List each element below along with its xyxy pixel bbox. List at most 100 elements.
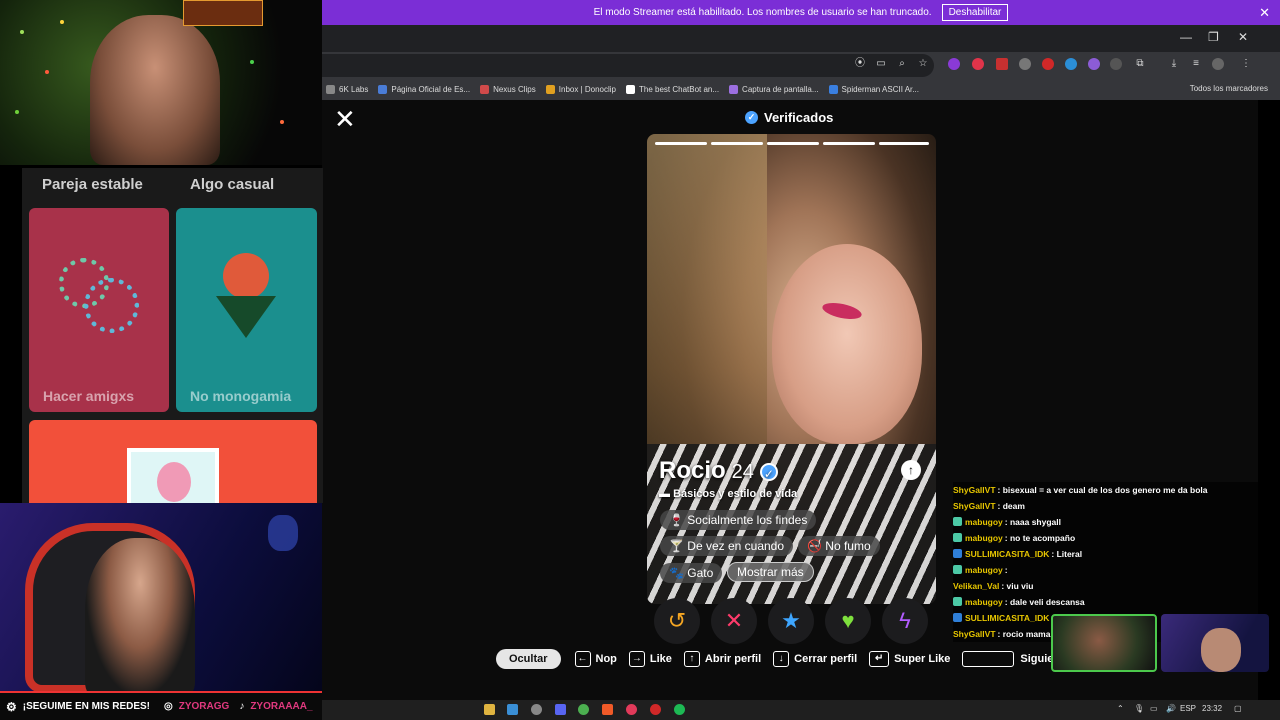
decor-figure [268, 515, 298, 551]
arrow-up-icon: ↑ [683, 651, 700, 667]
brave-icon[interactable] [602, 704, 613, 715]
app-icon[interactable] [626, 704, 637, 715]
tray-lang[interactable]: ESP [1180, 704, 1196, 713]
chat-username[interactable]: mabugoy [965, 533, 1003, 543]
profile-icon[interactable] [1212, 58, 1224, 70]
open-profile-icon[interactable]: ↑ [901, 460, 921, 480]
streamer-figure [1201, 628, 1241, 672]
goal-stable-label: Pareja estable [42, 176, 143, 193]
chat-text: : Literal [1051, 549, 1083, 559]
notifications-icon[interactable]: ▢ [1234, 704, 1242, 713]
bookmark-star-icon[interactable]: ☆ [917, 58, 929, 70]
banner-close-icon[interactable]: ✕ [1259, 5, 1270, 21]
bookmark-item[interactable]: Inbox | Donoclip [545, 85, 616, 94]
basics-heading: ▬ Básicos y estilo de vida [659, 488, 798, 500]
photo-face [772, 244, 922, 444]
hint-nope: ← Nop [574, 651, 617, 667]
superlike-button[interactable]: ★ [768, 598, 814, 644]
cast-icon[interactable]: ▭ [875, 58, 887, 70]
bookmark-item[interactable]: Spiderman ASCII Ar... [828, 85, 919, 94]
extension-icon[interactable] [1065, 58, 1077, 70]
light-dot [250, 60, 254, 64]
chat-badge-icon [953, 533, 962, 542]
relationship-goals-panel: Pareja estable Algo casual Hacer amigxs … [22, 168, 323, 510]
disable-streamer-button[interactable]: Deshabilitar [941, 4, 1009, 21]
bookmark-item[interactable]: Captura de pantalla... [729, 85, 819, 94]
puzzle-icon[interactable]: ⧉ [1134, 58, 1146, 70]
discord-icon[interactable] [555, 704, 566, 715]
close-icon[interactable]: ✕ [334, 104, 356, 135]
spotify-icon[interactable] [674, 704, 685, 715]
banner-text: El modo Streamer está habilitado. Los no… [593, 7, 932, 18]
hide-hints-button[interactable]: Ocultar [496, 649, 561, 669]
download-icon[interactable]: ⤓ [1168, 58, 1180, 70]
pineapple-leaves-icon [216, 296, 276, 338]
verified-badge-icon: ✓ [759, 463, 778, 481]
chat-username[interactable]: SULLIMICASITA_IDK [965, 549, 1049, 559]
bookmark-item[interactable]: 6K Labs [326, 85, 368, 94]
tile-next-goal[interactable] [29, 420, 317, 510]
show-more-button[interactable]: Mostrar más [727, 562, 814, 582]
photo-progress-bar [711, 142, 763, 145]
extension-icon[interactable] [1019, 58, 1031, 70]
network-icon[interactable]: ▭ [1150, 704, 1158, 713]
tile-non-monogamy[interactable]: No monogamia [176, 208, 317, 412]
volume-icon[interactable]: 🔊 [1166, 704, 1176, 713]
goal-casual-label: Algo casual [190, 176, 275, 193]
menu-icon[interactable]: ⋮ [1240, 58, 1252, 70]
chat-username[interactable]: mabugoy [965, 597, 1003, 607]
extension-icon[interactable] [1110, 58, 1122, 70]
extension-icon[interactable] [972, 58, 984, 70]
light-dot [60, 20, 64, 24]
extension-icon[interactable] [1042, 58, 1054, 70]
tray-clock[interactable]: 23:32 [1202, 704, 1222, 713]
restore-icon[interactable]: ❐ [1208, 30, 1219, 44]
bookmarks-bar: 6K Labs Página Oficial de Es... Nexus Cl… [322, 79, 1280, 100]
profile-photo-card[interactable] [647, 134, 936, 604]
profile-age: 24 [731, 461, 754, 483]
chat-username[interactable]: mabugoy [965, 517, 1003, 527]
extension-icon[interactable] [996, 58, 1008, 70]
chat-message: ShyGallVT: bisexual = a ver cual de los … [953, 482, 1258, 498]
minimize-icon[interactable]: — [1180, 30, 1192, 44]
mic-icon[interactable]: 🎙 [1134, 704, 1144, 713]
chat-username[interactable]: ShyGallVT [953, 485, 996, 495]
keyboard-hints: Ocultar ← Nop → Like ↑ Abrir perfil ↓ Cerrar… [496, 648, 1065, 670]
light-dot [45, 70, 49, 74]
app-icon[interactable] [531, 704, 542, 715]
close-window-icon[interactable]: ✕ [1238, 30, 1248, 44]
obs-icon[interactable] [650, 704, 661, 715]
location-icon[interactable]: ⦿ [854, 58, 866, 70]
chat-username[interactable]: ShyGallVT [953, 501, 996, 511]
extension-icon[interactable] [1088, 58, 1100, 70]
all-bookmarks[interactable]: Todos los marcadores [1190, 84, 1268, 93]
rewind-button[interactable]: ↺ [654, 598, 700, 644]
bookmark-item[interactable]: Página Oficial de Es... [378, 85, 470, 94]
nope-button[interactable]: ✕ [711, 598, 757, 644]
extension-icon[interactable] [948, 58, 960, 70]
zoom-icon[interactable]: ⌕ [896, 58, 908, 70]
chat-username[interactable]: mabugoy [965, 565, 1003, 575]
tiktok-icon: ♪ [239, 701, 245, 712]
tray-arrow-icon[interactable]: ⌃ [1117, 704, 1124, 713]
media-icon[interactable]: ≡ [1190, 58, 1202, 70]
chat-username[interactable]: ShyGallVT [953, 629, 996, 639]
profile-name-row: Rocio 24 ✓ [659, 457, 778, 485]
bookmark-item[interactable]: Nexus Clips [480, 85, 536, 94]
like-button[interactable]: ♥ [825, 598, 871, 644]
hint-superlike: ↵ Super Like [869, 651, 950, 667]
chat-text: : dale veli descansa [1004, 597, 1085, 607]
bookmark-item[interactable]: The best ChatBot an... [626, 85, 719, 94]
socials-cta: ¡SEGUIME EN MIS REDES! [22, 701, 151, 712]
tile-make-friends[interactable]: Hacer amigxs [29, 208, 169, 412]
address-bar[interactable] [322, 54, 934, 77]
steam-icon[interactable] [507, 704, 518, 715]
chip-socially: 🍷 Socialmente los findes [660, 510, 817, 530]
chat-username[interactable]: Velikan_Val [953, 581, 999, 591]
folder-icon[interactable] [484, 704, 495, 715]
light-dot [20, 30, 24, 34]
boost-button[interactable]: ϟ [882, 598, 928, 644]
chat-username[interactable]: SULLIMICASITA_IDK [965, 613, 1049, 623]
chrome-icon[interactable] [578, 704, 589, 715]
browser-toolbar: ⦿ ▭ ⌕ ☆ ⧉ ⤓ ≡ ⋮ [322, 52, 1280, 79]
